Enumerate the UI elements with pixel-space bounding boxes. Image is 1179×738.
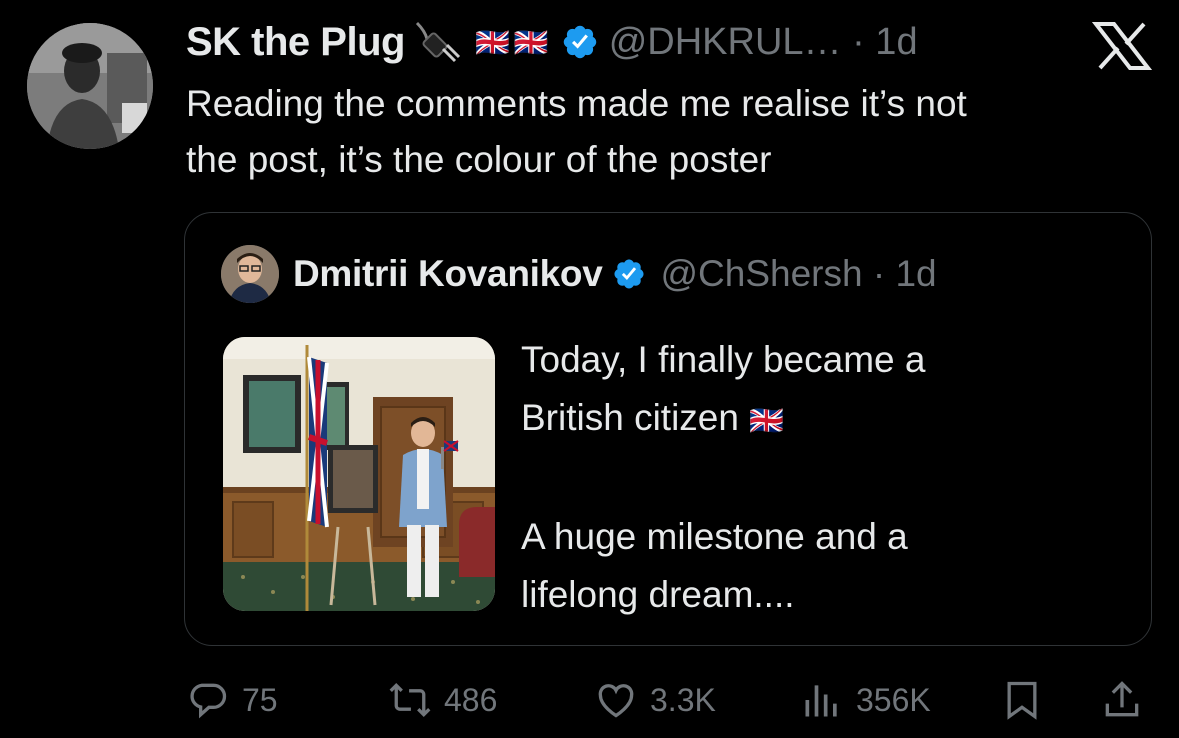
- share-icon: [1105, 681, 1139, 717]
- reply-count: 75: [242, 681, 278, 718]
- tweet-action-bar: 75 486 3.3K 356K: [0, 672, 1179, 728]
- verified-badge-icon: [563, 25, 596, 59]
- repost-icon: [389, 682, 431, 718]
- tweet-text: Reading the comments made me realise it’…: [186, 83, 967, 180]
- quoted-author-name[interactable]: Dmitrii Kovanikov: [293, 253, 603, 295]
- bookmark-icon: [1007, 681, 1037, 720]
- views-count: 356K: [856, 681, 931, 718]
- author-name[interactable]: SK the Plug: [186, 20, 405, 65]
- tweet-header: SK the Plug 🇬🇧 🇬🇧 @DHKRUL… · 1d: [186, 14, 918, 70]
- heart-icon: [598, 684, 634, 718]
- electric-plug-icon: [415, 21, 461, 63]
- uk-flag-icon: 🇬🇧: [513, 26, 549, 58]
- quoted-tweet-header: Dmitrii Kovanikov @ChShersh · 1d: [221, 245, 937, 303]
- repost-button[interactable]: 486: [388, 672, 497, 728]
- uk-flag-icon: 🇬🇧: [474, 26, 510, 58]
- share-button[interactable]: [1100, 672, 1144, 728]
- author-handle[interactable]: @DHKRUL… · 1d: [609, 21, 918, 64]
- author-avatar[interactable]: [27, 23, 153, 149]
- name-flags: 🇬🇧 🇬🇧: [475, 26, 549, 59]
- like-button[interactable]: 3.3K: [594, 672, 716, 728]
- views-icon: [805, 685, 837, 717]
- verified-badge-icon: [614, 259, 645, 289]
- quoted-tweet-photo[interactable]: [223, 337, 495, 611]
- quoted-tweet-text: Today, I finally became a British citize…: [521, 339, 926, 615]
- like-count: 3.3K: [650, 681, 716, 718]
- repost-count: 486: [444, 681, 498, 718]
- reply-icon: [190, 683, 227, 719]
- uk-flag-icon: 🇬🇧: [749, 405, 785, 436]
- bookmark-button[interactable]: [1000, 672, 1044, 728]
- quoted-author-avatar[interactable]: [221, 245, 279, 303]
- quoted-tweet[interactable]: Dmitrii Kovanikov @ChShersh · 1d Today, …: [184, 212, 1152, 646]
- quoted-author-handle[interactable]: @ChShersh · 1d: [660, 253, 936, 295]
- x-logo-icon[interactable]: [1092, 22, 1152, 70]
- views-button[interactable]: 356K: [800, 672, 931, 728]
- reply-button[interactable]: 75: [186, 672, 278, 728]
